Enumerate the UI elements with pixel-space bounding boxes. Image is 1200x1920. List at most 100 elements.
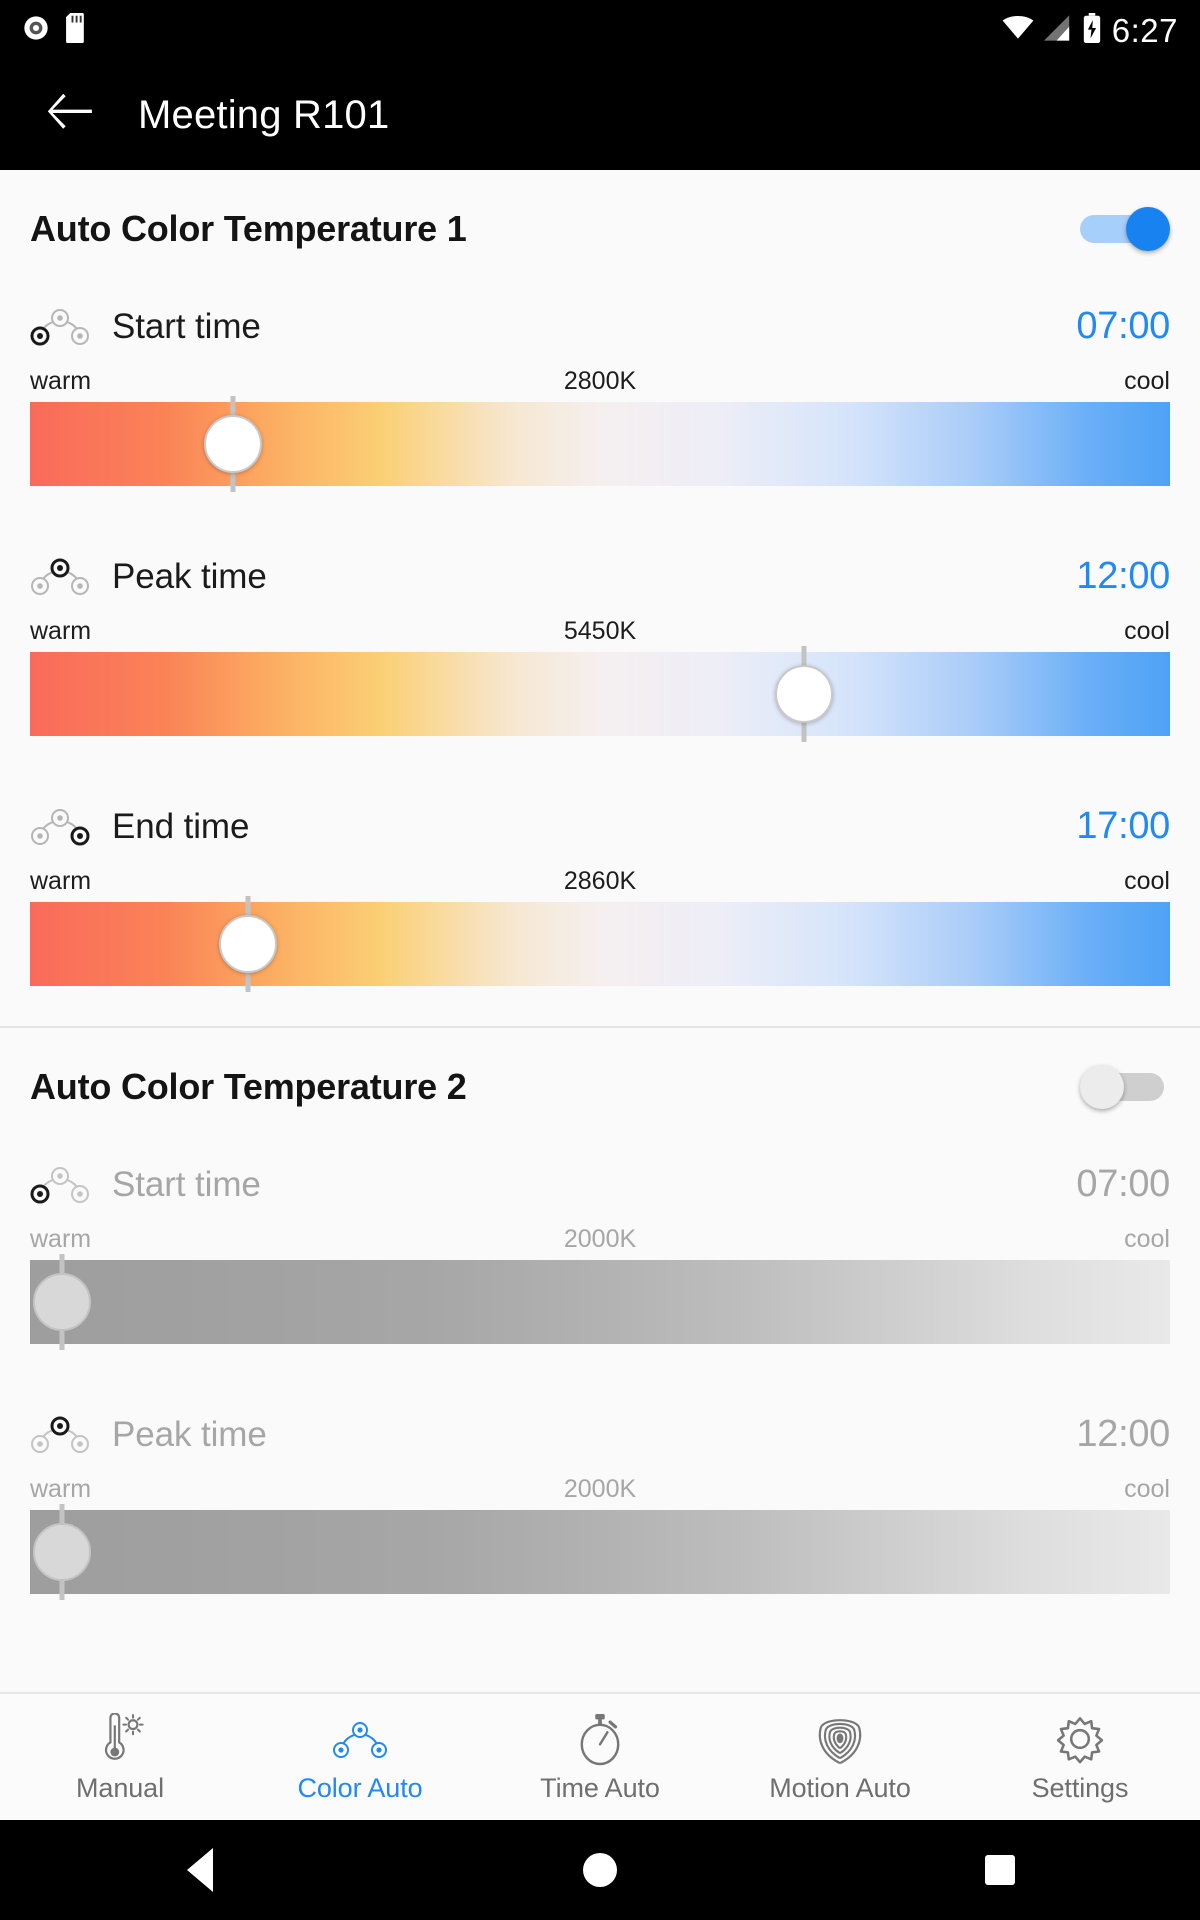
group-header-2: Auto Color Temperature 2 bbox=[0, 1028, 1200, 1140]
row-time-value[interactable]: 07:00 bbox=[1076, 305, 1170, 348]
slider-gradient-track bbox=[30, 1260, 1170, 1344]
slider-thumb bbox=[32, 1523, 91, 1581]
android-navigation-bar bbox=[0, 1820, 1200, 1920]
row-time-value[interactable]: 12:00 bbox=[1076, 555, 1170, 598]
sun-arc-icon bbox=[329, 1711, 391, 1767]
row-label: Peak time bbox=[112, 1414, 267, 1454]
row-label: Peak time bbox=[112, 556, 267, 596]
wifi-icon bbox=[1002, 15, 1034, 46]
slider-thumb[interactable] bbox=[203, 415, 262, 473]
slider-thumb bbox=[32, 1273, 91, 1331]
slider-scale-labels: warm 5450K cool bbox=[30, 609, 1170, 652]
color-temperature-slider[interactable] bbox=[30, 396, 1170, 492]
scale-warm-label: warm bbox=[30, 867, 92, 895]
group-auto-color-temperature-1: Auto Color Temperature 1 Start time 07:0… bbox=[0, 170, 1200, 1026]
status-bar-left-icons bbox=[22, 12, 88, 48]
sd-card-icon bbox=[66, 12, 88, 48]
cellular-signal-icon bbox=[1043, 14, 1072, 46]
status-bar-right-icons: 6:27 bbox=[1002, 11, 1178, 49]
row-label: End time bbox=[112, 806, 250, 846]
slider-scale-labels: warm 2860K cool bbox=[30, 859, 1170, 902]
status-bar-clock: 6:27 bbox=[1111, 11, 1178, 49]
tab-color-auto[interactable]: Color Auto bbox=[240, 1711, 480, 1804]
sun-arc-peak-icon bbox=[30, 552, 90, 601]
slider-gradient-track bbox=[30, 402, 1170, 486]
slider-thumb[interactable] bbox=[218, 915, 277, 973]
color-temperature-slider[interactable] bbox=[30, 646, 1170, 742]
record-icon bbox=[22, 14, 50, 47]
tab-label: Motion Auto bbox=[769, 1772, 911, 1803]
group-title-2: Auto Color Temperature 2 bbox=[30, 1066, 467, 1107]
thermometer-sun-icon bbox=[92, 1711, 148, 1767]
tab-label: Settings bbox=[1031, 1772, 1129, 1803]
scale-warm-label: warm bbox=[30, 617, 92, 645]
slider-scale-labels: warm 2000K cool bbox=[30, 1467, 1170, 1510]
tab-settings[interactable]: Settings bbox=[960, 1711, 1200, 1804]
slider-scale-labels: warm 2000K cool bbox=[30, 1217, 1170, 1260]
scale-cool-label: cool bbox=[1124, 1225, 1170, 1253]
scale-kelvin-value: 2860K bbox=[563, 867, 637, 895]
row-header[interactable]: Start time 07:00 bbox=[30, 282, 1170, 359]
color-temperature-slider bbox=[30, 1254, 1170, 1350]
toggle-auto-color-temperature-1[interactable] bbox=[1080, 206, 1170, 252]
sun-arc-start-icon bbox=[30, 1160, 90, 1209]
sun-arc-end-icon bbox=[30, 802, 90, 851]
scale-cool-label: cool bbox=[1124, 367, 1170, 395]
tab-motion-auto[interactable]: Motion Auto bbox=[720, 1711, 960, 1804]
row-start-time-2: Start time 07:00 warm 2000K cool bbox=[0, 1140, 1200, 1350]
group-header-1: Auto Color Temperature 1 bbox=[0, 170, 1200, 282]
row-time-value[interactable]: 17:00 bbox=[1076, 805, 1170, 848]
triangle-back-icon bbox=[187, 1848, 213, 1892]
toggle-auto-color-temperature-2[interactable] bbox=[1080, 1064, 1170, 1110]
scale-cool-label: cool bbox=[1124, 617, 1170, 645]
slider-gradient-track bbox=[30, 902, 1170, 986]
stopwatch-icon bbox=[574, 1711, 626, 1767]
scale-kelvin-value: 2800K bbox=[563, 367, 637, 395]
nav-home-button[interactable] bbox=[540, 1820, 660, 1920]
scale-kelvin-value: 2000K bbox=[563, 1475, 637, 1503]
scale-cool-label: cool bbox=[1124, 1475, 1170, 1503]
nav-back-button[interactable] bbox=[140, 1820, 260, 1920]
scale-cool-label: cool bbox=[1124, 867, 1170, 895]
sun-arc-peak-icon bbox=[30, 1410, 90, 1459]
gear-icon bbox=[1053, 1711, 1107, 1767]
scale-warm-label: warm bbox=[30, 1475, 92, 1503]
tab-label: Time Auto bbox=[540, 1772, 660, 1803]
page-title: Meeting R101 bbox=[138, 92, 390, 137]
circle-home-icon bbox=[583, 1853, 617, 1887]
nav-recents-button[interactable] bbox=[940, 1820, 1060, 1920]
status-bar: 6:27 bbox=[0, 0, 1200, 60]
tab-time-auto[interactable]: Time Auto bbox=[480, 1711, 720, 1804]
row-header: Peak time 12:00 bbox=[30, 1390, 1170, 1467]
back-button[interactable] bbox=[44, 88, 98, 142]
arrow-left-icon bbox=[47, 93, 94, 137]
color-temperature-slider bbox=[30, 1504, 1170, 1600]
row-header[interactable]: End time 17:00 bbox=[30, 782, 1170, 859]
scale-kelvin-value: 5450K bbox=[563, 617, 637, 645]
slider-scale-labels: warm 2800K cool bbox=[30, 359, 1170, 402]
row-label: Start time bbox=[112, 306, 261, 346]
settings-content: Auto Color Temperature 1 Start time 07:0… bbox=[0, 170, 1200, 1692]
scale-warm-label: warm bbox=[30, 1225, 92, 1253]
motion-radar-icon bbox=[813, 1711, 867, 1767]
square-recents-icon bbox=[985, 1855, 1015, 1885]
bottom-tab-bar: Manual Color Auto Time Auto Motion Auto … bbox=[0, 1692, 1200, 1820]
sun-arc-start-icon bbox=[30, 302, 90, 351]
scale-kelvin-value: 2000K bbox=[563, 1225, 637, 1253]
group-auto-color-temperature-2: Auto Color Temperature 2 Start time 07:0… bbox=[0, 1026, 1200, 1600]
tab-manual[interactable]: Manual bbox=[0, 1711, 240, 1804]
row-header: Start time 07:00 bbox=[30, 1140, 1170, 1217]
row-label: Start time bbox=[112, 1164, 261, 1204]
scale-warm-label: warm bbox=[30, 367, 92, 395]
group-title-1: Auto Color Temperature 1 bbox=[30, 208, 467, 249]
phone-screen: 6:27 Meeting R101 Auto Color Temperature… bbox=[0, 0, 1200, 1920]
row-header[interactable]: Peak time 12:00 bbox=[30, 532, 1170, 609]
row-start-time-1: Start time 07:00 warm 2800K cool bbox=[0, 282, 1200, 492]
tab-label: Manual bbox=[76, 1772, 164, 1803]
slider-thumb[interactable] bbox=[775, 665, 834, 723]
row-peak-time-1: Peak time 12:00 warm 5450K cool bbox=[0, 532, 1200, 742]
color-temperature-slider[interactable] bbox=[30, 896, 1170, 992]
